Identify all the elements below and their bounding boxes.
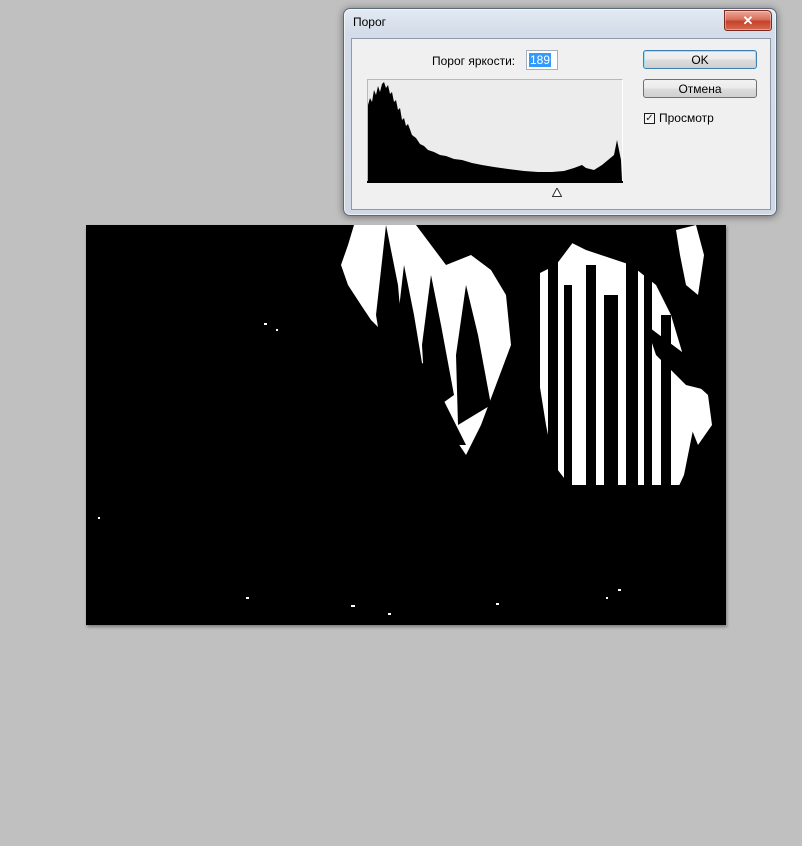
slider-handle-icon[interactable]: [551, 184, 563, 197]
preview-label: Просмотр: [659, 111, 714, 125]
threshold-level-value: 189: [529, 53, 552, 67]
document-canvas[interactable]: [86, 225, 726, 625]
cancel-button[interactable]: Отмена: [643, 79, 757, 98]
dialog-body: Порог яркости: 189 OK Отмена ✓ Просмотр: [351, 38, 771, 210]
close-button[interactable]: ✕: [724, 10, 772, 31]
threshold-image: [86, 225, 726, 625]
dialog-title: Порог: [353, 15, 387, 29]
close-icon: ✕: [742, 12, 754, 28]
histogram: [367, 79, 623, 181]
histogram-graph: [368, 82, 622, 181]
threshold-level-label: Порог яркости:: [432, 54, 516, 68]
threshold-dialog: Порог ✕ Порог яркости: 189 OK Отмена ✓ П…: [343, 8, 777, 216]
threshold-slider[interactable]: [367, 183, 623, 197]
preview-option[interactable]: ✓ Просмотр: [644, 111, 714, 125]
threshold-level-input[interactable]: 189: [526, 50, 558, 70]
preview-checkbox[interactable]: ✓: [644, 112, 655, 124]
ok-button[interactable]: OK: [643, 50, 757, 69]
